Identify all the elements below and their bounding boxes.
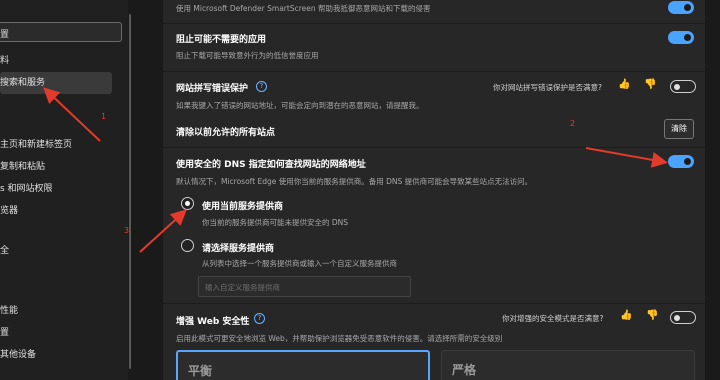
annotation-arrow-2 (585, 147, 668, 168)
annotation-arrow-1 (43, 87, 101, 142)
annotation-number-3: 3 (124, 226, 130, 235)
annotation-number-1: 1 (101, 112, 107, 121)
annotation-number-2: 2 (570, 119, 576, 128)
annotation-arrow-3 (139, 209, 187, 253)
annotation-overlay (43, 87, 668, 253)
